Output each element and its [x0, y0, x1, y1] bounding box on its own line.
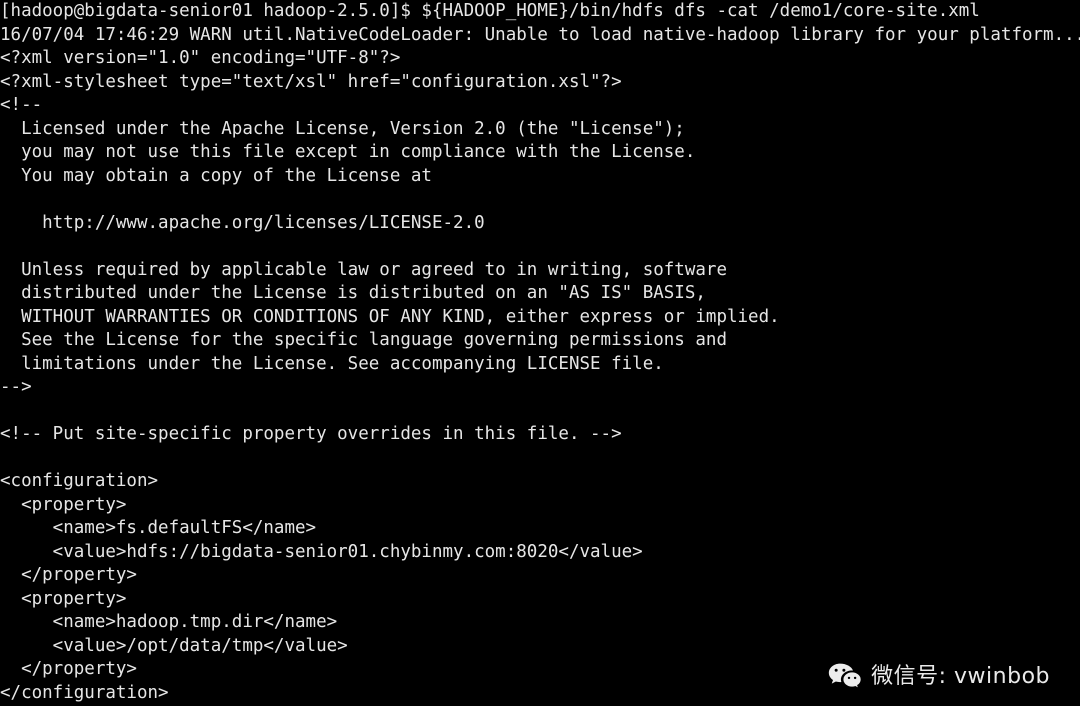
terminal-line: Unless required by applicable law or agr… [0, 259, 727, 280]
terminal-line: <property> [0, 494, 127, 515]
terminal-line: http://www.apache.org/licenses/LICENSE-2… [0, 212, 485, 233]
terminal-line: Licensed under the Apache License, Versi… [0, 118, 685, 139]
terminal-output[interactable]: [hadoop@bigdata-senior01 hadoop-2.5.0]$ … [0, 0, 1080, 705]
terminal-line: [hadoop@bigdata-senior01 hadoop-2.5.0]$ … [0, 1, 980, 21]
terminal-line: distributed under the License is distrib… [0, 283, 706, 303]
terminal-line: <name>hadoop.tmp.dir</name> [0, 612, 338, 632]
terminal-line: <value>/opt/data/tmp</value> [0, 635, 348, 656]
terminal-line: <name>fs.defaultFS</name> [0, 518, 317, 538]
terminal-line: you may not use this file except in comp… [0, 142, 696, 162]
terminal-line: 16/07/04 17:46:29 WARN util.NativeCodeLo… [0, 24, 1080, 45]
terminal-line: WITHOUT WARRANTIES OR CONDITIONS OF ANY … [0, 306, 780, 327]
terminal-line: <!-- Put site-specific property override… [0, 424, 622, 444]
terminal-line: <value>hdfs://bigdata-senior01.chybinmy.… [0, 541, 643, 562]
terminal-line: <?xml version="1.0" encoding="UTF-8"?> [0, 48, 401, 68]
terminal-line: </configuration> [0, 682, 169, 703]
terminal-line: </property> [0, 659, 137, 679]
terminal-line: </property> [0, 565, 137, 585]
terminal-window[interactable]: [hadoop@bigdata-senior01 hadoop-2.5.0]$ … [0, 0, 1080, 706]
terminal-line: <configuration> [0, 471, 159, 491]
terminal-line: --> [0, 377, 32, 397]
terminal-line: See the License for the specific languag… [0, 330, 727, 350]
terminal-line: <property> [0, 588, 127, 609]
terminal-line: <!-- [0, 95, 43, 115]
terminal-line: You may obtain a copy of the License at [0, 165, 432, 186]
terminal-line: <?xml-stylesheet type="text/xsl" href="c… [0, 71, 622, 92]
terminal-line: limitations under the License. See accom… [0, 353, 664, 374]
